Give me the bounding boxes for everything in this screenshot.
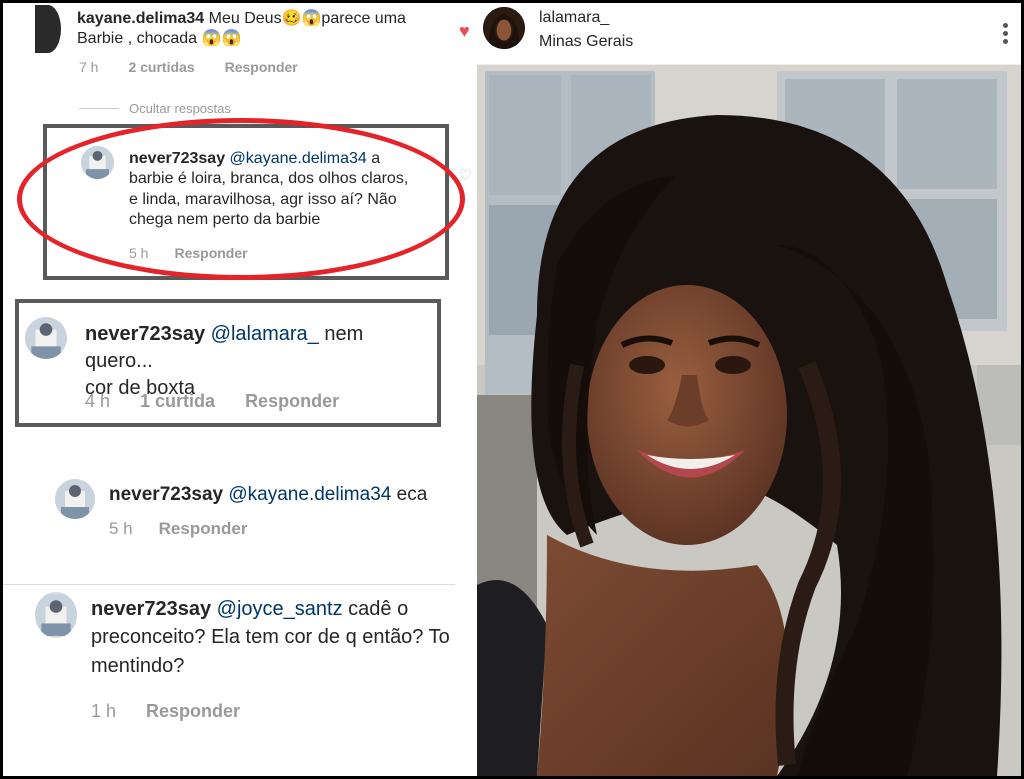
comment-meta: 4 h 1 curtida Responder [85, 391, 339, 412]
reply-button[interactable]: Responder [159, 519, 248, 539]
comment-username[interactable]: never723say [91, 598, 211, 620]
divider [79, 108, 119, 109]
hide-replies-button[interactable]: Ocultar respostas [129, 101, 231, 116]
screenshot-collage: kayane.delima34 Meu Deus🥴😱parece uma Bar… [3, 3, 1021, 776]
comment-time: 5 h [109, 519, 133, 538]
comment-time: 4 h [85, 391, 111, 411]
reply-button[interactable]: Responder [225, 59, 298, 75]
post-header: lalamara_ Minas Gerais [477, 3, 1021, 65]
reply-button[interactable]: Responder [245, 391, 339, 412]
comment-text: never723say @joyce_santz cadê o preconce… [91, 595, 461, 680]
avatar[interactable] [25, 317, 67, 359]
red-highlight-ellipse [17, 118, 465, 280]
comment-username[interactable]: never723say [85, 323, 205, 345]
comment-meta: 1 h Responder [91, 701, 240, 722]
comments-panel: kayane.delima34 Meu Deus🥴😱parece uma Bar… [3, 3, 475, 776]
comment-time: 7 h [79, 59, 99, 75]
post-username[interactable]: lalamara_ [539, 9, 609, 27]
likes-count[interactable]: 2 curtidas [128, 59, 194, 75]
comment-body: eca [396, 484, 428, 505]
heart-filled-icon[interactable]: ♥ [459, 21, 470, 42]
comment-meta: 5 h Responder [109, 519, 247, 539]
comment-text: never723say @kayane.delima34 eca [109, 483, 449, 506]
post-photo[interactable] [477, 65, 1021, 776]
comment-body: Meu Deus🥴😱parece uma [208, 10, 406, 27]
comment-body: cadê o [348, 598, 409, 620]
comment-time: 1 h [91, 701, 117, 721]
post-panel: lalamara_ Minas Gerais [477, 3, 1021, 776]
divider [3, 584, 455, 585]
likes-count[interactable]: 1 curtida [140, 391, 215, 412]
mention-link[interactable]: @lalamara_ [211, 323, 319, 345]
avatar[interactable] [35, 592, 77, 638]
avatar[interactable] [483, 7, 525, 49]
avatar[interactable] [55, 479, 95, 519]
mention-link[interactable]: @kayane.delima34 [228, 484, 391, 505]
comment-body-line2: preconceito? Ela tem cor de q então? To [91, 626, 450, 649]
comment-text: kayane.delima34 Meu Deus🥴😱parece uma Bar… [77, 9, 467, 48]
comment-body-line3: mentindo? [91, 654, 185, 677]
comment-body-line2: Barbie , chocada 😱😱 [77, 29, 242, 47]
avatar[interactable] [35, 5, 61, 53]
mention-link[interactable]: @joyce_santz [217, 598, 343, 620]
comment-username[interactable]: kayane.delima34 [77, 10, 204, 27]
comment-text: never723say @lalamara_ nem quero... cor … [85, 321, 435, 402]
more-vertical-icon[interactable] [1003, 23, 1009, 47]
post-location[interactable]: Minas Gerais [539, 33, 633, 51]
like-heart-icon[interactable]: ♡ [459, 166, 472, 184]
comment-meta: 7 h 2 curtidas Responder [79, 59, 298, 75]
reply-button[interactable]: Responder [146, 701, 240, 722]
comment-username[interactable]: never723say [109, 484, 223, 505]
